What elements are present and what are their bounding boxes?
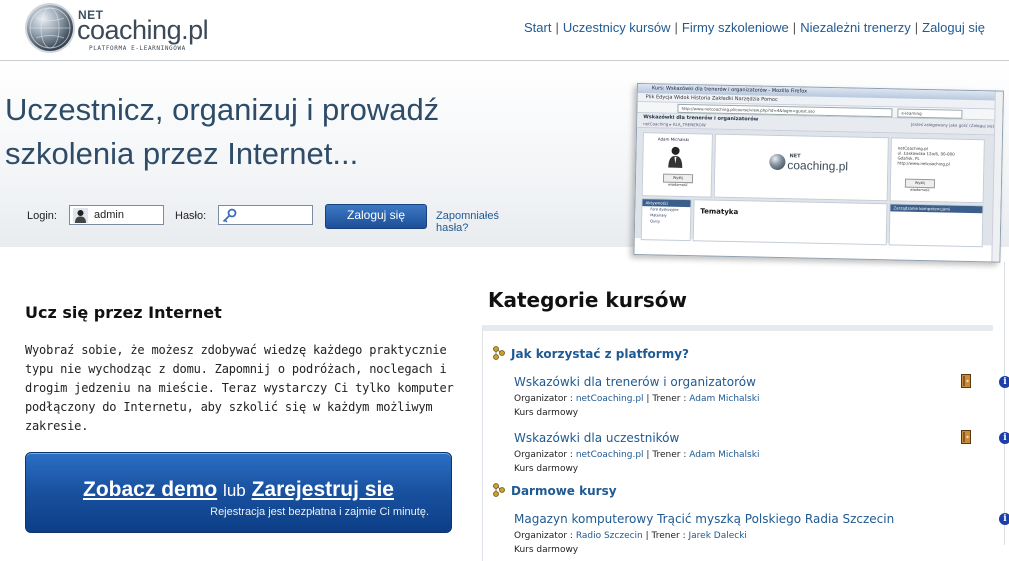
- cta-subtext: Rejestracja jest bezpłatna i zajmie Ci m…: [210, 506, 429, 518]
- password-input[interactable]: [218, 205, 313, 225]
- organizer-label: Organizator :: [514, 394, 573, 404]
- hero-title: Uczestnicz, organizuj i prowadź szkoleni…: [5, 88, 565, 176]
- mock-company-card: netCoaching.pl ul. Łaskowska 12a/6, 00-0…: [889, 137, 985, 204]
- category-heading[interactable]: Jak korzystać z platformy?: [491, 345, 689, 361]
- mock-breadcrumb: netCoaching ▸ KLA_TRENEROW: [643, 121, 706, 128]
- hero-section: Uczestnicz, organizuj i prowadź szkoleni…: [0, 61, 1009, 263]
- mock-user-info: Jesteś zalogowany jako gość (Zaloguj się…: [911, 121, 995, 129]
- platform-screenshot: Kurs: Wskazówki dla trenerów i organizat…: [633, 83, 1004, 263]
- course-meta: Organizator : Radio Szczecin | Trener : …: [514, 531, 984, 541]
- mock-right-panel-header: Zarządzanie kompetencjami: [890, 204, 983, 214]
- course-link[interactable]: Magazyn komputerowy Trącić myszką Polski…: [514, 512, 894, 526]
- top-navigation: Start | Uczestnicy kursów | Firmy szkoleniow…: [524, 20, 985, 35]
- login-button[interactable]: Zaloguj się: [325, 204, 427, 229]
- organizer-label: Organizator :: [514, 531, 573, 541]
- trainer-label: Trener :: [651, 531, 686, 541]
- key-icon: [222, 208, 237, 223]
- course-price: Kurs darmowy: [514, 545, 579, 555]
- login-input[interactable]: admin: [69, 205, 164, 225]
- mock-company-message-button: Wyślij wiadomość: [904, 178, 936, 192]
- cta-line: Zobacz demo lub Zarejestruj sie: [26, 478, 451, 502]
- info-icon[interactable]: i: [999, 432, 1009, 444]
- password-label: Hasło:: [175, 210, 207, 222]
- site-header: NET coaching.pl PLATFORMA E-LEARNINGOWA …: [0, 0, 1009, 61]
- trainer-link[interactable]: Adam Michalski: [689, 450, 759, 460]
- course-price: Kurs darmowy: [514, 408, 579, 418]
- mock-page-body: Adam Michalski Wyślij wiadomość NET coac…: [634, 128, 1002, 248]
- mock-search-field: e-learning: [897, 108, 963, 119]
- register-link[interactable]: Zarejestruj sie: [252, 478, 394, 501]
- info-icon[interactable]: i: [999, 513, 1009, 525]
- mock-main-heading: Tematyka: [700, 207, 739, 217]
- forgot-password-link[interactable]: Zapomniałeś hasła?: [436, 210, 499, 234]
- info-icon[interactable]: i: [999, 376, 1009, 388]
- course-item: Wskazówki dla uczestników Organizator : …: [514, 427, 1009, 474]
- nav-independent-trainers[interactable]: Niezależni trenerzy: [800, 20, 911, 35]
- site-logo[interactable]: NET coaching.pl PLATFORMA E-LEARNINGOWA: [27, 5, 247, 55]
- organizer-label: Organizator :: [514, 450, 573, 460]
- mock-sidebar-item: Quizy: [650, 219, 661, 224]
- organizer-link[interactable]: Radio Szczecin: [576, 531, 643, 541]
- nav-separator: |: [555, 20, 559, 35]
- login-input-value: admin: [94, 209, 124, 221]
- course-categories-title: Kategorie kursów: [488, 288, 687, 312]
- course-price: Kurs darmowy: [514, 464, 579, 474]
- right-divider: [1004, 262, 1005, 545]
- trainer-link[interactable]: Jarek Dalecki: [688, 531, 746, 541]
- trainer-link[interactable]: Adam Michalski: [689, 394, 759, 404]
- organizer-link[interactable]: netCoaching.pl: [576, 394, 644, 404]
- nav-participants[interactable]: Uczestnicy kursów: [563, 20, 671, 35]
- nav-training-companies[interactable]: Firmy szkoleniowe: [682, 20, 789, 35]
- guest-access-icon[interactable]: [961, 430, 971, 444]
- course-meta: Organizator : netCoaching.pl | Trener : …: [514, 394, 984, 404]
- category-icon: [493, 483, 505, 497]
- cta-banner: Zobacz demo lub Zarejestruj sie Rejestra…: [25, 452, 452, 533]
- nav-login[interactable]: Zaloguj się: [922, 20, 985, 35]
- mock-logo-card: NET coaching.pl: [713, 133, 889, 202]
- mock-sidebar: Aktywności Fora dyskusyjne Materiały Qui…: [640, 198, 692, 242]
- course-meta: Organizator : netCoaching.pl | Trener : …: [514, 450, 984, 460]
- course-item: Wskazówki dla trenerów i organizatorów O…: [514, 371, 1009, 418]
- course-link[interactable]: Wskazówki dla uczestników: [514, 431, 679, 445]
- nav-separator: |: [674, 20, 678, 35]
- globe-logo-icon: [27, 5, 73, 51]
- category-heading[interactable]: Darmowe kursy: [491, 482, 617, 498]
- category-name: Darmowe kursy: [511, 484, 617, 498]
- user-icon: [73, 208, 88, 223]
- logo-name: coaching.pl: [77, 15, 209, 45]
- course-link[interactable]: Wskazówki dla trenerów i organizatorów: [514, 375, 756, 389]
- person-icon: [668, 146, 683, 168]
- trainer-label: Trener :: [652, 394, 687, 404]
- category-name: Jak korzystać z platformy?: [511, 347, 689, 361]
- category-icon: [493, 346, 505, 360]
- nav-separator: |: [914, 20, 919, 35]
- mock-message-button: Wyślij wiadomość: [662, 173, 694, 187]
- login-label: Login:: [27, 210, 57, 222]
- cta-or-text: lub: [223, 481, 246, 500]
- demo-link[interactable]: Zobacz demo: [83, 478, 217, 501]
- nav-separator: |: [792, 20, 797, 35]
- nav-start[interactable]: Start: [524, 20, 551, 35]
- guest-access-icon[interactable]: [961, 374, 971, 388]
- mock-company-address: netCoaching.pl ul. Łaskowska 12a/6, 00-0…: [897, 145, 955, 167]
- mock-logo-text: coaching.pl: [787, 158, 849, 174]
- learn-online-title: Ucz się przez Internet: [25, 303, 222, 322]
- mock-main-panel: Tematyka: [692, 199, 888, 246]
- mock-trainer-name: Adam Michalski: [657, 136, 690, 143]
- course-item: Magazyn komputerowy Trącić myszką Polski…: [514, 508, 1009, 555]
- mock-trainer-card: Adam Michalski Wyślij wiadomość: [641, 132, 713, 198]
- hero-title-line-2: szkolenia przez Internet...: [5, 136, 359, 171]
- course-categories-list: Jak korzystać z platformy? Wskazówki dla…: [482, 325, 1009, 561]
- organizer-link[interactable]: netCoaching.pl: [576, 450, 644, 460]
- trainer-label: Trener :: [652, 450, 687, 460]
- mock-right-panel: Zarządzanie kompetencjami: [888, 203, 984, 248]
- logo-tagline: PLATFORMA E-LEARNINGOWA: [89, 45, 186, 52]
- hero-title-line-1: Uczestnicz, organizuj i prowadź: [5, 92, 440, 127]
- learn-online-text: Wyobraź sobie, że możesz zdobywać wiedzę…: [25, 343, 454, 433]
- globe-logo-icon: [769, 153, 786, 171]
